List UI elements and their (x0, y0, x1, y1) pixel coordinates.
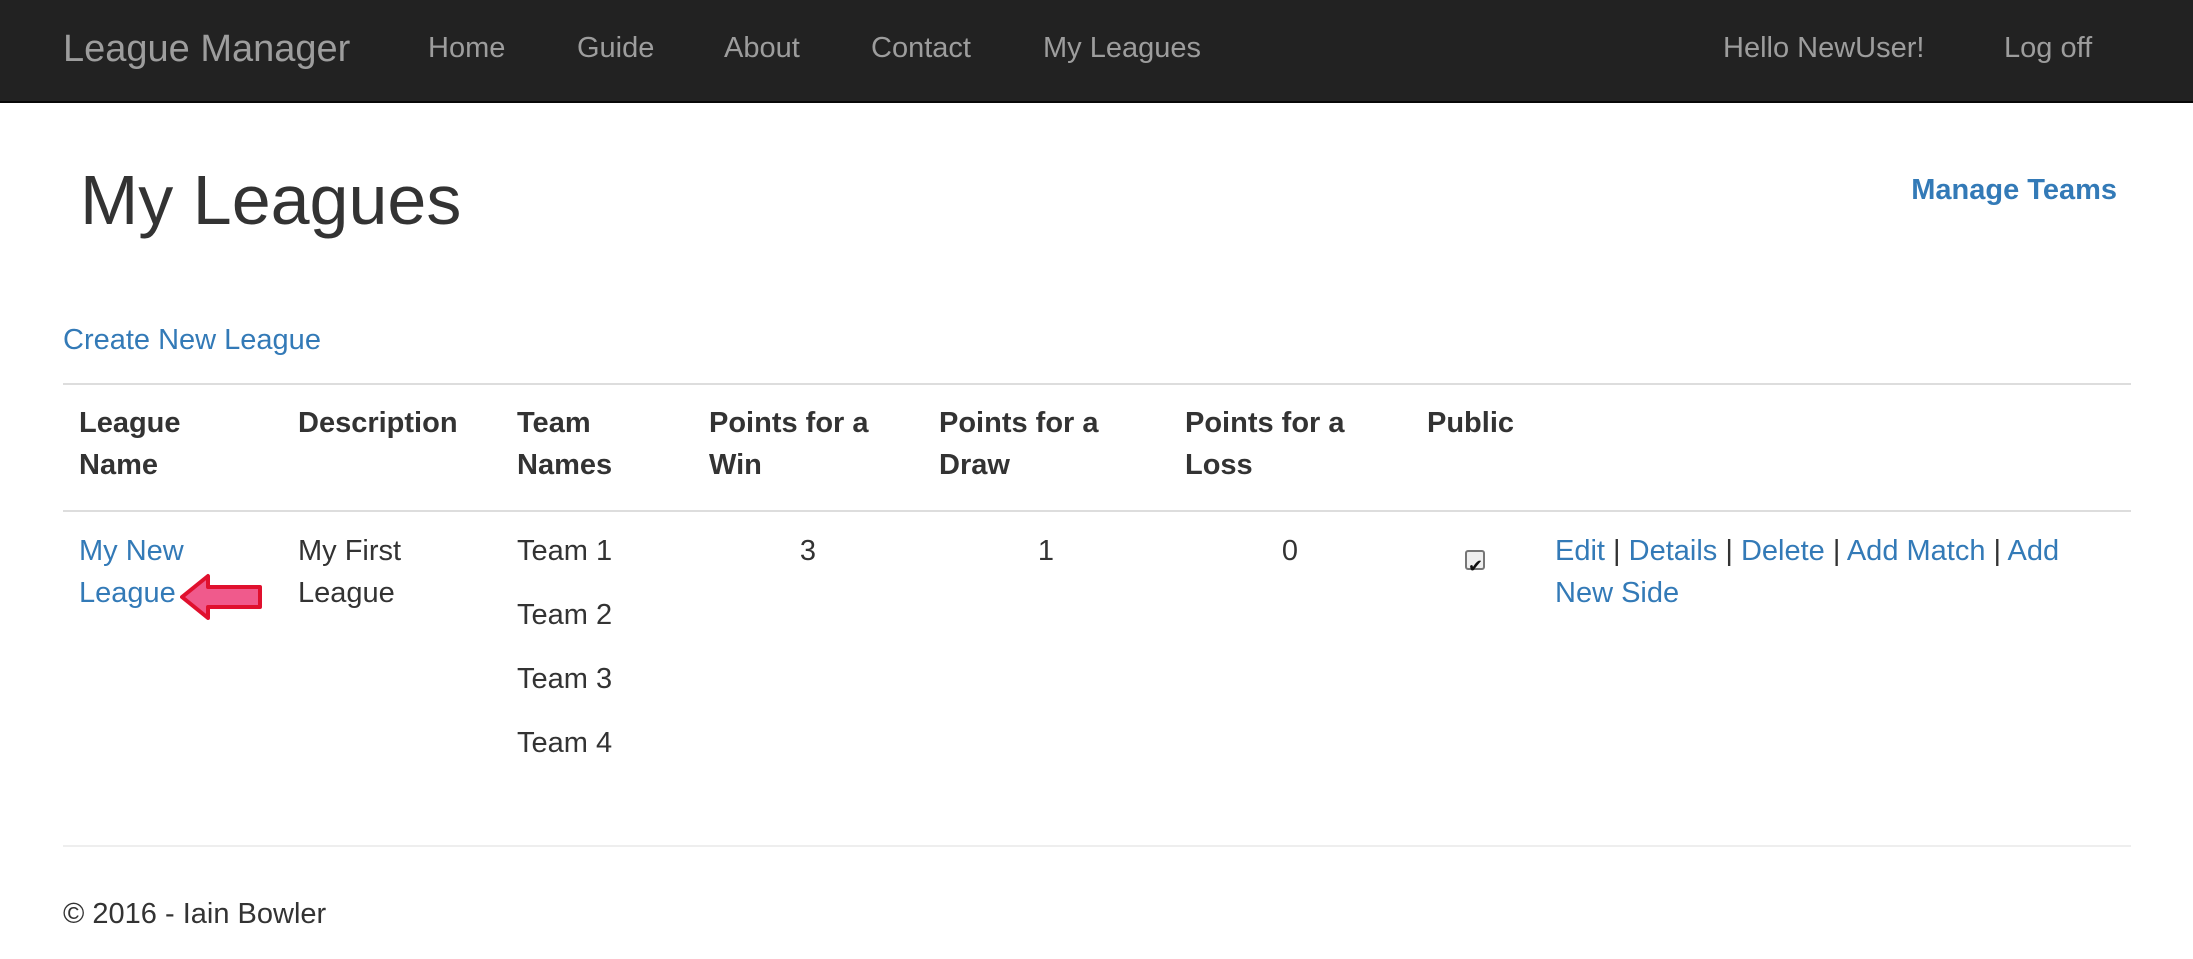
delete-link[interactable]: Delete (1741, 535, 1825, 567)
cell-points-win: 3 (799, 535, 817, 567)
brand-link[interactable]: League Manager (63, 25, 350, 73)
footer-divider (63, 845, 2131, 847)
header-points-draw: Points for a Draw (923, 383, 1169, 512)
cell-points-draw: 1 (1037, 535, 1055, 567)
header-points-loss: Points for a Loss (1169, 383, 1411, 512)
table-row: My New League My First League Team 1 Tea… (63, 511, 2131, 794)
leagues-table: League Name Description Team Names Point… (63, 383, 2131, 794)
manage-teams-link[interactable]: Manage Teams (1911, 170, 2117, 210)
nav-about[interactable]: About (724, 28, 800, 68)
create-new-league-link[interactable]: Create New League (63, 320, 321, 360)
edit-link[interactable]: Edit (1555, 535, 1605, 567)
page-title: My Leagues (80, 161, 462, 239)
nav-my-leagues[interactable]: My Leagues (1043, 28, 1201, 68)
team-name: Team 4 (517, 727, 613, 759)
nav-home[interactable]: Home (428, 28, 505, 68)
league-name-link[interactable]: My New League (79, 535, 184, 609)
header-points-win: Points for a Win (693, 383, 923, 512)
leagues-table-container: League Name Description Team Names Point… (63, 383, 2131, 794)
header-actions (1539, 383, 2131, 512)
logoff-link[interactable]: Log off (2004, 28, 2092, 68)
action-separator: | (1993, 535, 2008, 567)
cell-team-names: Team 1 Team 2 Team 3 Team 4 (501, 511, 693, 794)
left-arrow-icon (180, 574, 262, 620)
add-match-link[interactable]: Add Match (1847, 535, 1986, 567)
cell-public (1411, 511, 1539, 794)
team-name: Team 2 (517, 599, 613, 631)
public-checkbox[interactable] (1465, 546, 1485, 588)
header-team-names: Team Names (501, 383, 693, 512)
team-name: Team 3 (517, 663, 613, 695)
table-header-row: League Name Description Team Names Point… (63, 383, 2131, 512)
nav-contact[interactable]: Contact (871, 28, 971, 68)
header-description: Description (282, 383, 501, 512)
header-league-name: League Name (63, 383, 282, 512)
cell-points-loss: 0 (1281, 535, 1299, 567)
footer-copyright: © 2016 - Iain Bowler (63, 898, 327, 930)
nav-guide[interactable]: Guide (577, 28, 654, 68)
team-name: Team 1 (517, 535, 613, 567)
cell-actions: Edit | Details | Delete | Add Match | Ad… (1539, 511, 2131, 794)
action-separator: | (1725, 535, 1741, 567)
cell-league-name: My New League (63, 511, 282, 794)
navbar: League Manager Home Guide About Contact … (0, 0, 2193, 103)
cell-description: My First League (298, 535, 402, 609)
header-public: Public (1411, 383, 1539, 512)
details-link[interactable]: Details (1629, 535, 1718, 567)
action-separator: | (1613, 535, 1629, 567)
user-greeting-link[interactable]: Hello NewUser! (1723, 28, 1924, 68)
action-separator: | (1832, 535, 1847, 567)
